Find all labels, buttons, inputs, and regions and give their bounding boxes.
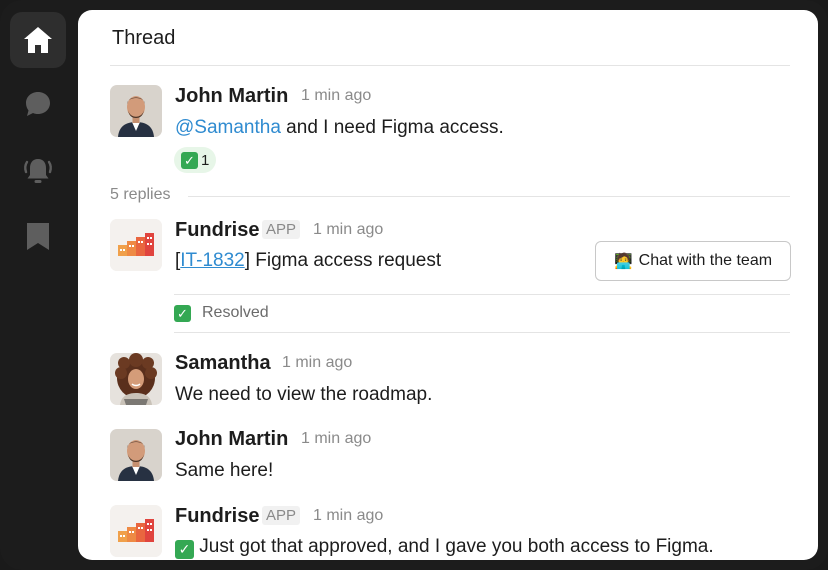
header-divider [110, 65, 790, 66]
technologist-emoji-icon: 🧑‍💻 [613, 253, 633, 270]
chat-with-team-label: Chat with the team [638, 252, 773, 269]
sidebar-item-saved[interactable] [10, 208, 66, 264]
author-name[interactable]: John Martin [175, 85, 288, 108]
resolved-status: ✓ Resolved [174, 304, 269, 322]
timestamp: 1 min ago [282, 354, 353, 371]
timestamp: 1 min ago [301, 87, 372, 104]
author-name[interactable]: Fundrise [175, 505, 259, 528]
check-mark-icon: ✓ [181, 151, 198, 169]
author-name[interactable]: Fundrise [175, 219, 259, 242]
message-text: @Samantha and I need Figma access. [175, 117, 504, 139]
author-name[interactable]: Samantha [175, 352, 271, 375]
status-label: Resolved [202, 304, 269, 321]
sidebar [0, 0, 78, 570]
home-icon [24, 27, 52, 53]
timestamp: 1 min ago [313, 507, 384, 524]
ticket-link[interactable]: IT-1832 [180, 250, 244, 271]
sidebar-item-home[interactable] [10, 12, 66, 68]
alarm-bell-icon [24, 159, 52, 183]
thread-panel: Thread John Martin 1 min ago @Samantha a… [78, 10, 818, 560]
message-text: [IT-1832] Figma access request [175, 250, 441, 272]
chat-bubble-icon [26, 92, 50, 116]
avatar[interactable] [110, 429, 162, 481]
app-badge: APP [262, 220, 301, 239]
chat-with-team-button[interactable]: 🧑‍💻 Chat with the team [595, 241, 791, 281]
reaction-badge[interactable]: ✓ 1 [174, 147, 217, 173]
avatar[interactable] [110, 85, 162, 137]
user-mention[interactable]: @Samantha [175, 117, 281, 138]
author-name[interactable]: John Martin [175, 428, 288, 451]
app-window: Thread John Martin 1 min ago @Samantha a… [0, 0, 828, 570]
avatar[interactable] [110, 353, 162, 405]
check-mark-icon: ✓ [174, 304, 191, 322]
message-text: ✓ Just got that approved, and I gave you… [175, 536, 714, 559]
fundrise-app-avatar[interactable] [110, 219, 162, 271]
message-body: Just got that approved, and I gave you b… [199, 536, 714, 557]
bookmark-icon [27, 223, 49, 250]
app-badge: APP [262, 506, 301, 525]
ticket-divider-top [174, 294, 790, 295]
message-text: We need to view the roadmap. [175, 384, 433, 405]
replies-count: 5 replies [110, 186, 171, 203]
timestamp: 1 min ago [301, 430, 372, 447]
ticket-divider-bottom [174, 332, 790, 333]
message-body: and I need Figma access. [280, 117, 504, 138]
check-mark-icon: ✓ [175, 539, 194, 559]
replies-divider [188, 196, 790, 197]
fundrise-app-avatar[interactable] [110, 505, 162, 557]
message-text: Same here! [175, 460, 274, 481]
sidebar-item-messages[interactable] [10, 76, 66, 132]
page-title: Thread [112, 27, 176, 49]
sidebar-item-alerts[interactable] [10, 142, 66, 198]
reaction-count: 1 [201, 151, 210, 169]
timestamp: 1 min ago [313, 221, 384, 238]
message-body: Figma access request [250, 250, 442, 271]
